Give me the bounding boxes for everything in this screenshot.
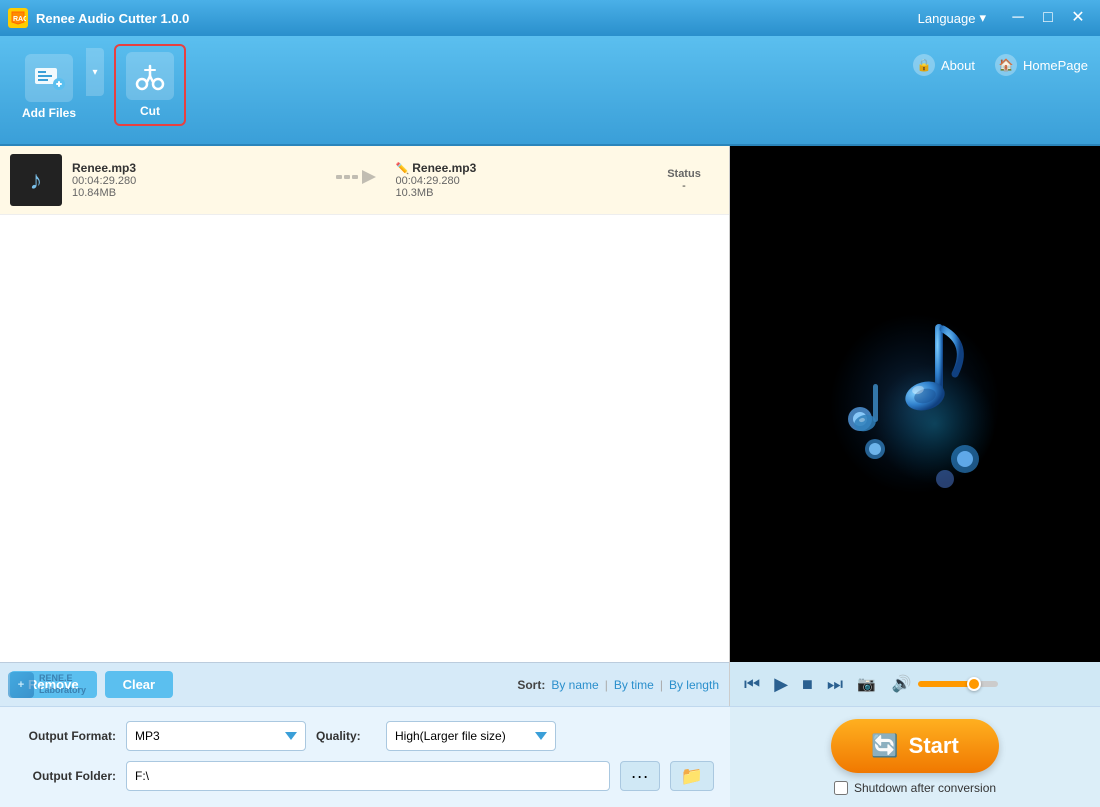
input-duration: 00:04:29.280 [72, 175, 316, 187]
browse-dots-button[interactable]: ··· [620, 761, 660, 791]
open-folder-button[interactable]: 📁 [670, 761, 714, 791]
about-label: About [941, 58, 975, 73]
titlebar: RAC Renee Audio Cutter 1.0.0 Language ▾ … [0, 0, 1100, 36]
input-filename: Renee.mp3 [72, 161, 316, 175]
close-button[interactable]: ✕ [1064, 4, 1092, 32]
start-button[interactable]: 🔄 Start [831, 719, 999, 773]
left-panel: ♪ Renee.mp3 00:04:29.280 10.84MB [0, 146, 730, 706]
start-panel: 🔄 Start Shutdown after conversion [730, 707, 1100, 807]
language-button[interactable]: Language ▾ [910, 6, 994, 30]
shutdown-label: Shutdown after conversion [854, 781, 996, 795]
homepage-button[interactable]: 🏠 HomePage [995, 54, 1088, 76]
output-filename-row: ✏️ Renee.mp3 [396, 161, 640, 175]
homepage-icon: 🏠 [995, 54, 1017, 76]
output-folder-label: Output Folder: [16, 769, 116, 783]
output-duration: 00:04:29.280 [396, 175, 640, 187]
output-info: ✏️ Renee.mp3 00:04:29.280 10.3MB [396, 161, 640, 199]
sort-by-name[interactable]: By name [551, 678, 598, 692]
file-thumbnail: ♪ [10, 154, 62, 206]
homepage-label: HomePage [1023, 58, 1088, 73]
add-files-button[interactable]: Add Files [12, 48, 86, 126]
start-icon: 🔄 [871, 733, 898, 759]
about-button[interactable]: 🔒 About [913, 54, 975, 76]
clear-button[interactable]: Clear [105, 671, 174, 698]
app-title: Renee Audio Cutter 1.0.0 [36, 11, 189, 26]
cut-label: Cut [140, 104, 160, 118]
status-col: Status - [649, 168, 719, 192]
cut-icon [126, 52, 174, 100]
shutdown-row: Shutdown after conversion [834, 781, 996, 795]
start-label: Start [909, 733, 959, 759]
bottom-area: Output Format: MP3 Quality: High(Larger … [0, 706, 1100, 807]
music-note-icon: ♪ [30, 165, 43, 196]
table-row[interactable]: ♪ Renee.mp3 00:04:29.280 10.84MB [0, 146, 729, 215]
sort-area: Sort: By name | By time | By length [517, 678, 719, 692]
sort-by-length[interactable]: By length [669, 678, 719, 692]
svg-text:RAC: RAC [13, 16, 26, 23]
skip-back-button[interactable]: ⏮ [740, 672, 764, 697]
right-panel: ⏮ ▶ ■ ⏭ 📷 🔊 [730, 146, 1100, 706]
volume-slider[interactable] [918, 681, 998, 687]
about-icon: 🔒 [913, 54, 935, 76]
app-logo: RAC [8, 8, 28, 28]
sort-label: Sort: [517, 678, 545, 692]
titlebar-left: RAC Renee Audio Cutter 1.0.0 [8, 8, 189, 28]
input-size: 10.84MB [72, 187, 316, 199]
file-list-bottom-bar: Remove Clear Sort: By name | By time | B… [0, 662, 729, 706]
status-value: - [649, 180, 719, 192]
stop-button[interactable]: ■ [798, 672, 817, 697]
settings-panel: Output Format: MP3 Quality: High(Larger … [0, 707, 730, 807]
shutdown-checkbox[interactable] [834, 781, 848, 795]
file-info: Renee.mp3 00:04:29.280 10.84MB [72, 161, 316, 199]
preview-area [730, 146, 1100, 662]
output-folder-input[interactable] [126, 761, 610, 791]
quality-label: Quality: [316, 729, 376, 743]
arrow-icon [326, 166, 386, 194]
window-controls: ─ □ ✕ [1004, 4, 1092, 32]
output-format-label: Output Format: [16, 729, 116, 743]
volume-thumb[interactable] [967, 677, 981, 691]
maximize-button[interactable]: □ [1034, 4, 1062, 32]
skip-forward-button[interactable]: ⏭ [823, 672, 847, 697]
play-button[interactable]: ▶ [770, 672, 792, 697]
output-folder-row: Output Folder: ··· 📁 [16, 761, 714, 791]
player-controls: ⏮ ▶ ■ ⏭ 📷 🔊 [730, 662, 1100, 706]
output-format-select[interactable]: MP3 [126, 721, 306, 751]
renee-logo: + RENE.ELaboratory [8, 672, 86, 698]
language-dropdown-icon: ▾ [979, 10, 986, 26]
main-content: ♪ Renee.mp3 00:04:29.280 10.84MB [0, 146, 1100, 706]
add-files-dropdown-button[interactable]: ▾ [86, 48, 104, 96]
cut-button[interactable]: Cut [114, 44, 186, 126]
minimize-button[interactable]: ─ [1004, 4, 1032, 32]
music-art [825, 304, 1005, 504]
status-label: Status [649, 168, 719, 180]
renee-logo-icon: + [8, 672, 34, 698]
toolbar: Add Files ▾ Cut 🔒 About 🏠 HomePage [0, 36, 1100, 146]
add-files-label: Add Files [22, 106, 76, 120]
screenshot-button[interactable]: 📷 [853, 673, 880, 695]
toolbar-right: 🔒 About 🏠 HomePage [913, 44, 1088, 76]
add-files-icon [25, 54, 73, 102]
edit-icon: ✏️ [396, 163, 413, 175]
volume-icon: 🔊 [892, 674, 912, 694]
file-list: ♪ Renee.mp3 00:04:29.280 10.84MB [0, 146, 729, 662]
output-size: 10.3MB [396, 187, 640, 199]
output-filename: Renee.mp3 [412, 161, 476, 175]
language-label: Language [918, 11, 976, 26]
sort-by-time[interactable]: By time [614, 678, 654, 692]
renee-logo-text: RENE.ELaboratory [39, 673, 86, 696]
quality-select[interactable]: High(Larger file size) [386, 721, 556, 751]
output-format-row: Output Format: MP3 Quality: High(Larger … [16, 721, 714, 751]
